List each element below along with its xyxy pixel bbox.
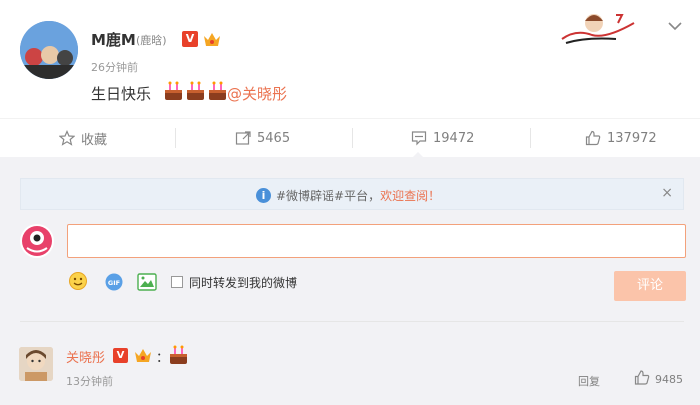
svg-text:GIF: GIF xyxy=(108,279,120,287)
author-handle: (鹿晗) xyxy=(136,34,167,47)
divider xyxy=(352,128,353,148)
weibo-post: M鹿M (鹿晗) V 26分钟前 生日快乐 @关晓彤 xyxy=(0,0,700,118)
thumbs-up-icon[interactable] xyxy=(634,370,650,385)
rumor-notice-banner: i #微博辟谣#平台， 欢迎查阅！ × xyxy=(20,178,684,210)
favorite-label: 收藏 xyxy=(81,132,108,148)
verified-badge[interactable]: V xyxy=(182,31,198,47)
cake-icon xyxy=(170,345,187,364)
emoji-icon[interactable] xyxy=(68,271,88,291)
gif-icon[interactable]: GIF xyxy=(104,272,124,292)
submit-comment-button[interactable]: 评论 xyxy=(614,271,686,301)
verified-badge[interactable]: V xyxy=(113,348,128,363)
favorite-button[interactable]: 收藏 xyxy=(59,119,107,157)
notice-link[interactable]: 欢迎查阅！ xyxy=(380,187,440,204)
crown-badge-icon[interactable] xyxy=(202,30,222,48)
post-action-bar: 收藏 5465 19472 137972 xyxy=(0,118,700,156)
divider xyxy=(530,128,531,148)
reply-button[interactable]: 回复 xyxy=(578,373,600,389)
info-icon: i xyxy=(256,188,271,203)
like-count: 137972 xyxy=(607,130,657,146)
commenter-avatar[interactable] xyxy=(19,347,53,381)
comment-section: i #微博辟谣#平台， 欢迎查阅！ × GIF 同时转发到我的微博 评论 关晓彤… xyxy=(0,157,700,405)
notice-text[interactable]: #微博辟谣#平台， xyxy=(276,187,380,204)
comment-count: 19472 xyxy=(433,130,475,146)
divider xyxy=(20,321,684,322)
cake-icon xyxy=(187,81,204,100)
comment-input[interactable] xyxy=(67,224,686,258)
commenter-name[interactable]: 关晓彤 xyxy=(66,347,105,366)
cake-icon xyxy=(165,81,182,100)
author-name[interactable]: M鹿M xyxy=(91,29,136,50)
cake-icon xyxy=(209,81,226,100)
author-avatar[interactable] xyxy=(20,21,78,79)
close-icon[interactable]: × xyxy=(661,185,673,201)
thumbs-up-icon xyxy=(585,130,601,146)
comment-timestamp: 13分钟前 xyxy=(66,375,113,388)
star-icon xyxy=(59,130,75,146)
current-user-avatar[interactable] xyxy=(20,224,54,258)
comment-like-count: 9485 xyxy=(655,373,683,386)
comment-icon xyxy=(411,131,427,146)
like-button[interactable]: 137972 xyxy=(585,119,657,157)
post-timestamp[interactable]: 26分钟前 xyxy=(91,59,138,75)
mention-link[interactable]: @关晓彤 xyxy=(227,83,287,104)
repost-checkbox[interactable] xyxy=(171,276,183,288)
image-icon[interactable] xyxy=(137,273,157,291)
crown-badge-icon[interactable] xyxy=(133,347,153,364)
notice-content: i #微博辟谣#平台， 欢迎查阅！ xyxy=(256,187,440,204)
repost-button[interactable]: 5465 xyxy=(235,119,290,157)
cake-emoji-group xyxy=(163,81,228,101)
repost-count: 5465 xyxy=(257,130,291,146)
divider xyxy=(175,128,176,148)
decorative-sticker-icon xyxy=(561,14,635,44)
post-text: 生日快乐 xyxy=(91,85,152,103)
repost-icon xyxy=(235,131,251,145)
chevron-down-icon[interactable] xyxy=(667,20,683,32)
repost-checkbox-label[interactable]: 同时转发到我的微博 xyxy=(189,274,297,291)
